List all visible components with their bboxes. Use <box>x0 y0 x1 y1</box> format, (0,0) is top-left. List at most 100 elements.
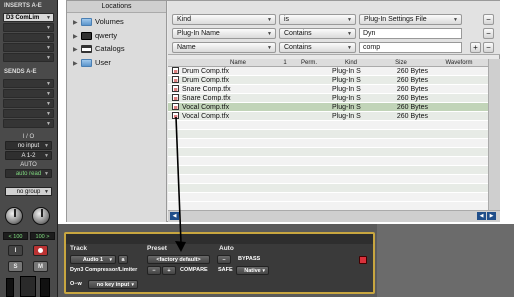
location-qwerty[interactable]: ▶ qwerty <box>73 31 117 41</box>
chevron-down-icon: ▼ <box>46 121 51 127</box>
table-row[interactable]: ≡ Snare Comp.tfx Plug-In S 260 Bytes <box>168 94 488 103</box>
scroll-left-end-icon[interactable]: ◀ <box>477 212 486 220</box>
insert-slot-a[interactable]: D3 ComLim ▼ <box>3 13 54 22</box>
table-row[interactable]: ≡ Drum Comp.tfx Plug-In S 260 Bytes <box>168 76 488 85</box>
column-waveform[interactable]: Waveform <box>430 59 488 67</box>
scroll-left-icon[interactable]: ◀ <box>170 212 179 220</box>
chevron-down-icon: ▼ <box>46 81 51 87</box>
group-selector-label: no group <box>16 189 41 195</box>
file-name: Vocal Comp.tfx <box>182 104 230 111</box>
compare-button[interactable]: COMPARE <box>180 266 208 275</box>
disclosure-triangle-icon[interactable]: ▶ <box>73 45 81 55</box>
scroll-right-icon[interactable]: ▶ <box>487 212 496 220</box>
insert-slot-d[interactable]: ▼ <box>3 43 54 52</box>
vertical-scrollbar[interactable] <box>488 59 500 210</box>
criteria-2-operator[interactable]: Contains ▼ <box>279 28 356 39</box>
output-selector[interactable]: A 1-2 ▼ <box>5 151 52 160</box>
preset-menu-button[interactable]: – <box>217 255 231 264</box>
chevron-down-icon: ▼ <box>130 282 135 287</box>
column-kind[interactable]: Kind <box>328 59 374 67</box>
track-selector[interactable]: Audio 1 ▼ <box>70 255 116 264</box>
native-selector[interactable]: Native ▼ <box>236 266 269 275</box>
locations-header: Locations <box>67 1 166 13</box>
chevron-down-icon: ▼ <box>44 153 49 159</box>
remove-criteria-2-button[interactable]: − <box>483 28 494 39</box>
input-selector[interactable]: no input ▼ <box>5 141 52 150</box>
search-criteria: Kind ▼ is ▼ Plug-In Settings File ▼ − Plug-… <box>168 1 500 55</box>
disclosure-triangle-icon[interactable]: ▶ <box>73 59 81 69</box>
table-row[interactable]: ≡ Drum Comp.tfx Plug-In S 260 Bytes <box>168 67 488 76</box>
record-enable-button[interactable] <box>33 245 48 256</box>
table-row[interactable]: ≡ Vocal Comp.tfx Plug-In S 260 Bytes <box>168 103 488 112</box>
criteria-2-field[interactable]: Plug-In Name ▼ <box>172 28 276 39</box>
file-size: 260 Bytes <box>396 95 428 102</box>
add-criteria-button[interactable]: + <box>470 42 481 53</box>
column-name[interactable]: Name <box>198 59 278 67</box>
remove-criteria-1-button[interactable]: − <box>483 14 494 25</box>
column-size[interactable]: Size <box>374 59 428 67</box>
criteria-3-field[interactable]: Name ▼ <box>172 42 276 53</box>
send-slot-d[interactable]: ▼ <box>3 109 54 118</box>
criteria-1-field[interactable]: Kind ▼ <box>172 14 276 25</box>
pan-left-value: < 100 <box>3 232 28 240</box>
automation-mode-selector[interactable]: auto read ▼ <box>5 169 52 178</box>
send-slot-c[interactable]: ▼ <box>3 99 54 108</box>
chevron-down-icon: ▼ <box>46 25 51 31</box>
file-size: 260 Bytes <box>396 77 428 84</box>
key-input-label: no key input <box>96 282 130 288</box>
solo-button[interactable]: S <box>8 261 23 272</box>
location-qwerty-label: qwerty <box>95 31 118 40</box>
criteria-3-text-input[interactable]: comp <box>359 42 462 53</box>
group-selector[interactable]: no group ▼ <box>5 187 52 196</box>
file-kind: Plug-In S <box>332 95 361 102</box>
table-row <box>168 193 488 202</box>
preset-selector[interactable]: <factory default> <box>147 255 210 264</box>
disclosure-triangle-icon[interactable]: ▶ <box>73 18 81 28</box>
safe-button[interactable]: SAFE <box>218 266 233 275</box>
home-icon <box>81 32 92 41</box>
pan-left-knob[interactable] <box>5 207 23 225</box>
input-monitor-button[interactable]: I <box>8 245 23 256</box>
location-user[interactable]: ▶ User <box>73 58 111 68</box>
disclosure-triangle-icon[interactable]: ▶ <box>73 32 81 42</box>
chevron-down-icon: ▼ <box>261 268 266 273</box>
insert-slot-e[interactable]: ▼ <box>3 53 54 62</box>
insert-slot-c[interactable]: ▼ <box>3 33 54 42</box>
send-slot-e[interactable]: ▼ <box>3 119 54 128</box>
location-catalogs-label: Catalogs <box>95 44 125 53</box>
meter-right <box>40 278 50 297</box>
key-input-selector[interactable]: no key input ▼ <box>88 280 138 289</box>
file-kind: Plug-In S <box>332 104 361 111</box>
send-slot-b[interactable]: ▼ <box>3 89 54 98</box>
location-catalogs[interactable]: ▶ Catalogs <box>73 44 125 54</box>
table-row <box>168 139 488 148</box>
criteria-1-operator[interactable]: is ▼ <box>279 14 356 25</box>
criteria-3-operator[interactable]: Contains ▼ <box>279 42 356 53</box>
bypass-button[interactable]: BYPASS <box>238 255 260 264</box>
table-row <box>168 130 488 139</box>
table-row[interactable]: ≡ Snare Comp.tfx Plug-In S 260 Bytes <box>168 85 488 94</box>
horizontal-scrollbar[interactable]: ◀ ◀ ▶ <box>168 210 500 222</box>
send-slot-a[interactable]: ▼ <box>3 79 54 88</box>
remove-criteria-3-button[interactable]: − <box>483 42 494 53</box>
previous-preset-button[interactable]: − <box>147 266 161 275</box>
column-sort[interactable]: 1 <box>278 59 292 67</box>
track-type-button[interactable]: a <box>118 255 128 264</box>
pan-right-knob[interactable] <box>32 207 50 225</box>
location-volumes[interactable]: ▶ Volumes <box>73 17 124 27</box>
plugin-close-icon[interactable] <box>359 256 367 264</box>
insert-slot-b[interactable]: ▼ <box>3 23 54 32</box>
criteria-2-field-label: Plug-In Name <box>177 30 220 37</box>
criteria-1-value-label: Plug-In Settings File <box>364 16 427 23</box>
file-name: Drum Comp.tfx <box>182 68 230 75</box>
mute-button[interactable]: M <box>33 261 48 272</box>
file-kind: Plug-In S <box>332 77 361 84</box>
column-perm[interactable]: Perm. <box>292 59 326 67</box>
volume-fader[interactable] <box>20 276 36 297</box>
meter-left <box>6 278 14 297</box>
table-row[interactable]: ≡ Vocal Comp.tfx Plug-In S 260 Bytes <box>168 112 488 121</box>
criteria-1-value[interactable]: Plug-In Settings File ▼ <box>359 14 462 25</box>
table-row <box>168 121 488 130</box>
criteria-2-text-input[interactable]: Dyn <box>359 28 462 39</box>
next-preset-button[interactable]: + <box>162 266 176 275</box>
